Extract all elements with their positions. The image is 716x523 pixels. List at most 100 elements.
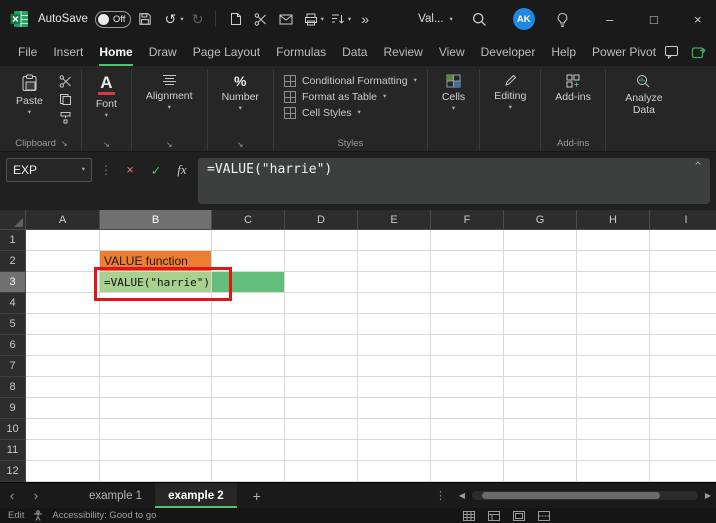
cell-C12[interactable] [212,461,285,482]
search-icon[interactable] [462,6,497,32]
cell-I11[interactable] [650,440,716,461]
cell-A3[interactable] [26,272,100,293]
cell-I6[interactable] [650,335,716,356]
autosave-toggle[interactable]: Off [94,10,132,28]
cell-B6[interactable] [100,335,212,356]
menu-tab-developer[interactable]: Developer [473,39,544,66]
select-all-corner[interactable] [0,210,26,230]
column-header-I[interactable]: I [650,210,716,230]
cell-E9[interactable] [358,398,431,419]
column-header-A[interactable]: A [26,210,100,230]
cell-B12[interactable] [100,461,212,482]
scroll-left-icon[interactable]: ◀ [454,491,470,500]
paste-button[interactable]: Paste ▾ [8,71,51,120]
alignment-dialog-launcher[interactable]: ↘ [166,141,173,149]
cell-H8[interactable] [577,377,650,398]
menu-tab-formulas[interactable]: Formulas [268,39,334,66]
cell-C1[interactable] [212,230,285,251]
cell-I9[interactable] [650,398,716,419]
cell-B9[interactable] [100,398,212,419]
addins-button[interactable]: Add-ins [547,71,599,106]
cell-G3[interactable] [504,272,577,293]
row-header-11[interactable]: 11 [0,440,26,461]
cell-D9[interactable] [285,398,358,419]
sort-chevron-icon[interactable]: ▾ [348,15,351,23]
format-as-table-button[interactable]: Format as Table ▾ [283,91,386,103]
cell-A2[interactable] [26,251,100,272]
cell-E4[interactable] [358,293,431,314]
cell-E3[interactable] [358,272,431,293]
cell-A9[interactable] [26,398,100,419]
page-break-preview-icon[interactable] [538,510,550,521]
cell-H12[interactable] [577,461,650,482]
cell-H5[interactable] [577,314,650,335]
new-document-icon[interactable] [225,6,247,32]
cell-A6[interactable] [26,335,100,356]
cell-F11[interactable] [431,440,504,461]
column-header-C[interactable]: C [212,210,285,230]
cell-E10[interactable] [358,419,431,440]
row-header-6[interactable]: 6 [0,335,26,356]
conditional-formatting-button[interactable]: Conditional Formatting ▾ [283,75,417,87]
cell-A8[interactable] [26,377,100,398]
menu-tab-review[interactable]: Review [375,39,430,66]
cell-F3[interactable] [431,272,504,293]
cell-B7[interactable] [100,356,212,377]
cell-D8[interactable] [285,377,358,398]
cell-G4[interactable] [504,293,577,314]
undo-chevron-icon[interactable]: ▾ [180,15,183,23]
email-icon[interactable] [275,6,297,32]
comments-icon[interactable] [664,45,679,59]
cell-F12[interactable] [431,461,504,482]
close-button[interactable]: × [676,0,716,38]
menu-tab-view[interactable]: View [431,39,473,66]
cell-H1[interactable] [577,230,650,251]
cell-H3[interactable] [577,272,650,293]
font-dialog-launcher[interactable]: ↘ [103,141,110,149]
cell-B8[interactable] [100,377,212,398]
name-box[interactable]: EXP ▾ [6,158,92,182]
cell-C8[interactable] [212,377,285,398]
cell-I2[interactable] [650,251,716,272]
font-menu-button[interactable]: A Font ▾ [88,71,125,123]
confirm-entry-icon[interactable]: ✓ [146,158,166,182]
tab-options-icon[interactable]: ⋮ [435,489,446,502]
save-icon[interactable] [134,6,156,32]
cell-G6[interactable] [504,335,577,356]
insert-function-icon[interactable]: fx [172,158,192,182]
cell-E2[interactable] [358,251,431,272]
format-painter-icon[interactable] [57,111,75,124]
cell-F7[interactable] [431,356,504,377]
cell-G8[interactable] [504,377,577,398]
cell-G11[interactable] [504,440,577,461]
number-menu-button[interactable]: % Number ▾ [214,71,267,116]
cell-B2[interactable]: VALUE function [100,251,212,272]
cell-E11[interactable] [358,440,431,461]
cell-B11[interactable] [100,440,212,461]
cell-G12[interactable] [504,461,577,482]
cell-F10[interactable] [431,419,504,440]
cancel-entry-icon[interactable]: × [120,158,140,182]
undo-icon[interactable]: ↺ [159,6,181,32]
cell-A1[interactable] [26,230,100,251]
row-header-5[interactable]: 5 [0,314,26,335]
cell-G2[interactable] [504,251,577,272]
cell-C11[interactable] [212,440,285,461]
cell-D6[interactable] [285,335,358,356]
cell-I8[interactable] [650,377,716,398]
cell-C3[interactable] [212,272,285,293]
cell-A4[interactable] [26,293,100,314]
cell-F1[interactable] [431,230,504,251]
cell-I12[interactable] [650,461,716,482]
cell-G10[interactable] [504,419,577,440]
row-header-9[interactable]: 9 [0,398,26,419]
cell-G9[interactable] [504,398,577,419]
cell-E5[interactable] [358,314,431,335]
cell-A11[interactable] [26,440,100,461]
menu-tab-insert[interactable]: Insert [45,39,91,66]
cut-icon[interactable] [250,6,272,32]
cell-C2[interactable] [212,251,285,272]
menu-tab-data[interactable]: Data [334,39,375,66]
cell-I3[interactable] [650,272,716,293]
column-header-F[interactable]: F [431,210,504,230]
